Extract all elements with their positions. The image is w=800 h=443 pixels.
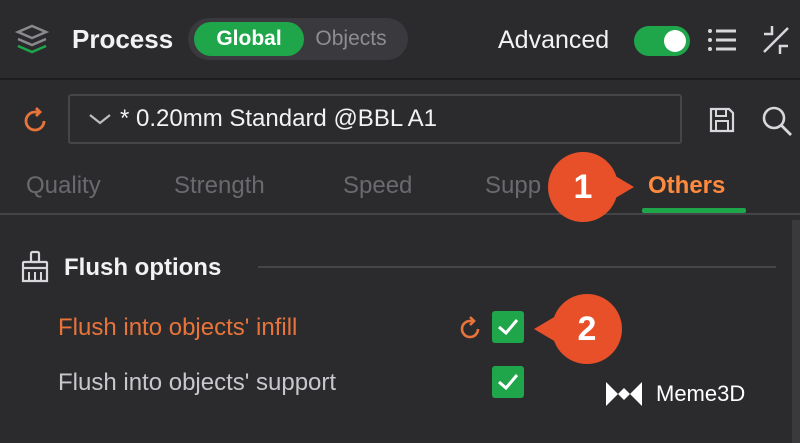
preset-dropdown[interactable]: * 0.20mm Standard @BBL A1 <box>68 94 682 144</box>
chevron-down-icon <box>89 114 111 125</box>
toggle-knob <box>664 30 686 52</box>
callout-badge-1: 1 <box>548 152 618 222</box>
watermark: Meme3D <box>604 378 745 410</box>
callout-pointer-2 <box>534 316 556 342</box>
preset-value: * 0.20mm Standard @BBL A1 <box>120 105 437 132</box>
section-title: Flush options <box>64 254 222 281</box>
tabs-divider <box>0 213 800 215</box>
reset-option-icon[interactable] <box>456 314 484 342</box>
section-divider <box>258 266 776 268</box>
flush-support-label: Flush into objects' support <box>58 369 337 396</box>
advanced-label: Advanced <box>498 26 610 54</box>
checkmark-icon <box>498 319 519 336</box>
advanced-toggle[interactable] <box>634 26 690 56</box>
tab-others[interactable]: Others <box>648 172 725 200</box>
reset-icon[interactable] <box>20 105 50 135</box>
panel-title: Process <box>72 24 174 54</box>
checkmark-icon <box>498 374 519 391</box>
settings-tabs: Quality Strength Speed Supp Others <box>0 160 800 214</box>
layers-icon <box>14 24 50 54</box>
collapse-panel-icon[interactable] <box>760 24 792 56</box>
flush-infill-label: Flush into objects' infill <box>58 314 298 341</box>
tab-speed[interactable]: Speed <box>343 172 412 200</box>
flush-infill-checkbox[interactable] <box>492 311 524 343</box>
tab-quality[interactable]: Quality <box>26 172 101 200</box>
list-icon[interactable] <box>706 26 738 54</box>
flush-support-checkbox[interactable] <box>492 366 524 398</box>
save-icon[interactable] <box>708 106 736 134</box>
mode-global-button[interactable]: Global <box>194 22 304 56</box>
callout-pointer-1 <box>612 174 634 200</box>
tab-support[interactable]: Supp <box>485 172 541 200</box>
process-header: Process Global Objects Advanced <box>0 0 800 78</box>
watermark-text: Meme3D <box>656 381 746 406</box>
search-icon[interactable] <box>760 104 794 138</box>
scrollbar[interactable] <box>792 220 800 443</box>
mode-switch[interactable]: Global Objects <box>188 18 408 60</box>
header-divider <box>0 78 800 80</box>
broom-icon <box>21 250 49 283</box>
mode-objects-button[interactable]: Objects <box>306 22 396 56</box>
tab-strength[interactable]: Strength <box>174 172 265 200</box>
meme3d-logo-icon <box>606 382 642 406</box>
callout-badge-2: 2 <box>552 294 622 364</box>
